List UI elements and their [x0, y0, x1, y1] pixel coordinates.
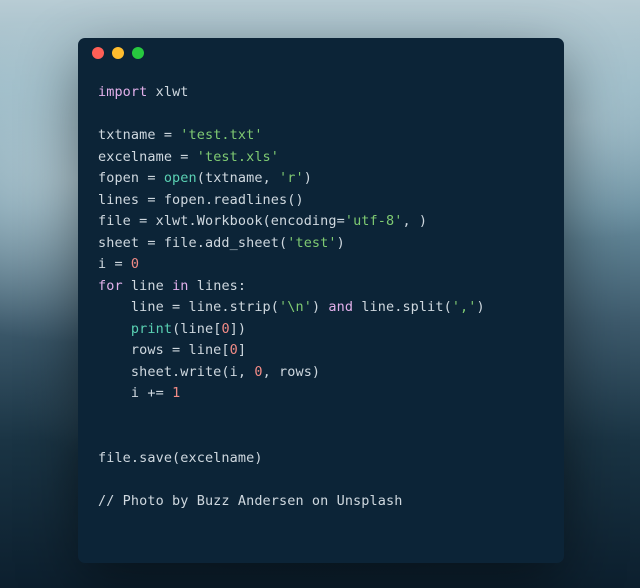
code-token: , rows)	[263, 364, 321, 380]
code-line	[98, 469, 544, 491]
code-token: in	[172, 278, 188, 294]
code-token: 1	[172, 385, 180, 401]
code-token: 0	[254, 364, 262, 380]
code-token: 'utf-8'	[345, 213, 403, 229]
code-token: encoding=	[271, 213, 345, 229]
code-token: 'test'	[287, 235, 336, 251]
code-token: )	[477, 299, 485, 315]
code-token: lines = fopen.readlines()	[98, 192, 304, 208]
code-token: '\n'	[279, 299, 312, 315]
code-token: file.save(excelname)	[98, 450, 263, 466]
code-line: print(line[0])	[98, 319, 544, 341]
code-token	[98, 321, 131, 337]
maximize-icon[interactable]	[132, 47, 144, 59]
code-token: (line[	[172, 321, 221, 337]
code-token: 0	[230, 342, 238, 358]
code-token: line = line.strip(	[98, 299, 279, 315]
code-token: sheet = file.add_sheet(	[98, 235, 287, 251]
code-token: lines:	[189, 278, 247, 294]
code-editor-window: import xlwt txtname = 'test.txt'excelnam…	[78, 38, 564, 563]
code-token: 'r'	[279, 170, 304, 186]
code-token: i =	[98, 256, 131, 272]
code-line: fopen = open(txtname, 'r')	[98, 168, 544, 190]
code-line: for line in lines:	[98, 276, 544, 298]
code-line: file.save(excelname)	[98, 448, 544, 470]
code-line: excelname = 'test.xls'	[98, 147, 544, 169]
code-token: sheet.write(i,	[98, 364, 254, 380]
code-token: 0	[131, 256, 139, 272]
code-token: )	[304, 170, 312, 186]
code-line: line = line.strip('\n') and line.split('…	[98, 297, 544, 319]
code-token: ])	[230, 321, 246, 337]
code-line: // Photo by Buzz Andersen on Unsplash	[98, 491, 544, 513]
code-token: i +=	[98, 385, 172, 401]
code-line: lines = fopen.readlines()	[98, 190, 544, 212]
code-token: xlwt	[156, 84, 189, 100]
code-content: import xlwt txtname = 'test.txt'excelnam…	[78, 68, 564, 512]
code-token	[147, 84, 155, 100]
code-line: sheet = file.add_sheet('test')	[98, 233, 544, 255]
code-token: and	[328, 299, 353, 315]
code-line: file = xlwt.Workbook(encoding='utf-8', )	[98, 211, 544, 233]
code-line: sheet.write(i, 0, rows)	[98, 362, 544, 384]
code-token: 0	[221, 321, 229, 337]
code-line	[98, 405, 544, 427]
code-line: i += 1	[98, 383, 544, 405]
code-line	[98, 104, 544, 126]
code-token: line	[123, 278, 172, 294]
code-token: ]	[238, 342, 246, 358]
code-token: ','	[452, 299, 477, 315]
code-line	[98, 426, 544, 448]
code-line: i = 0	[98, 254, 544, 276]
code-token: line.split(	[353, 299, 452, 315]
code-token: file = xlwt.Workbook(	[98, 213, 271, 229]
window-titlebar	[78, 38, 564, 68]
code-token: 'test.txt'	[180, 127, 262, 143]
code-token: excelname =	[98, 149, 197, 165]
code-token: )	[312, 299, 328, 315]
code-line: import xlwt	[98, 82, 544, 104]
code-token: open	[164, 170, 197, 186]
code-line: rows = line[0]	[98, 340, 544, 362]
code-token: fopen =	[98, 170, 164, 186]
code-token: rows = line[	[98, 342, 230, 358]
code-token: (txtname,	[197, 170, 279, 186]
code-token: txtname =	[98, 127, 180, 143]
code-token: for	[98, 278, 123, 294]
code-token: import	[98, 84, 147, 100]
code-token: )	[337, 235, 345, 251]
code-token: print	[131, 321, 172, 337]
code-token: // Photo by Buzz Andersen on Unsplash	[98, 493, 402, 509]
close-icon[interactable]	[92, 47, 104, 59]
minimize-icon[interactable]	[112, 47, 124, 59]
code-token: , )	[402, 213, 427, 229]
code-line: txtname = 'test.txt'	[98, 125, 544, 147]
code-token: 'test.xls'	[197, 149, 279, 165]
